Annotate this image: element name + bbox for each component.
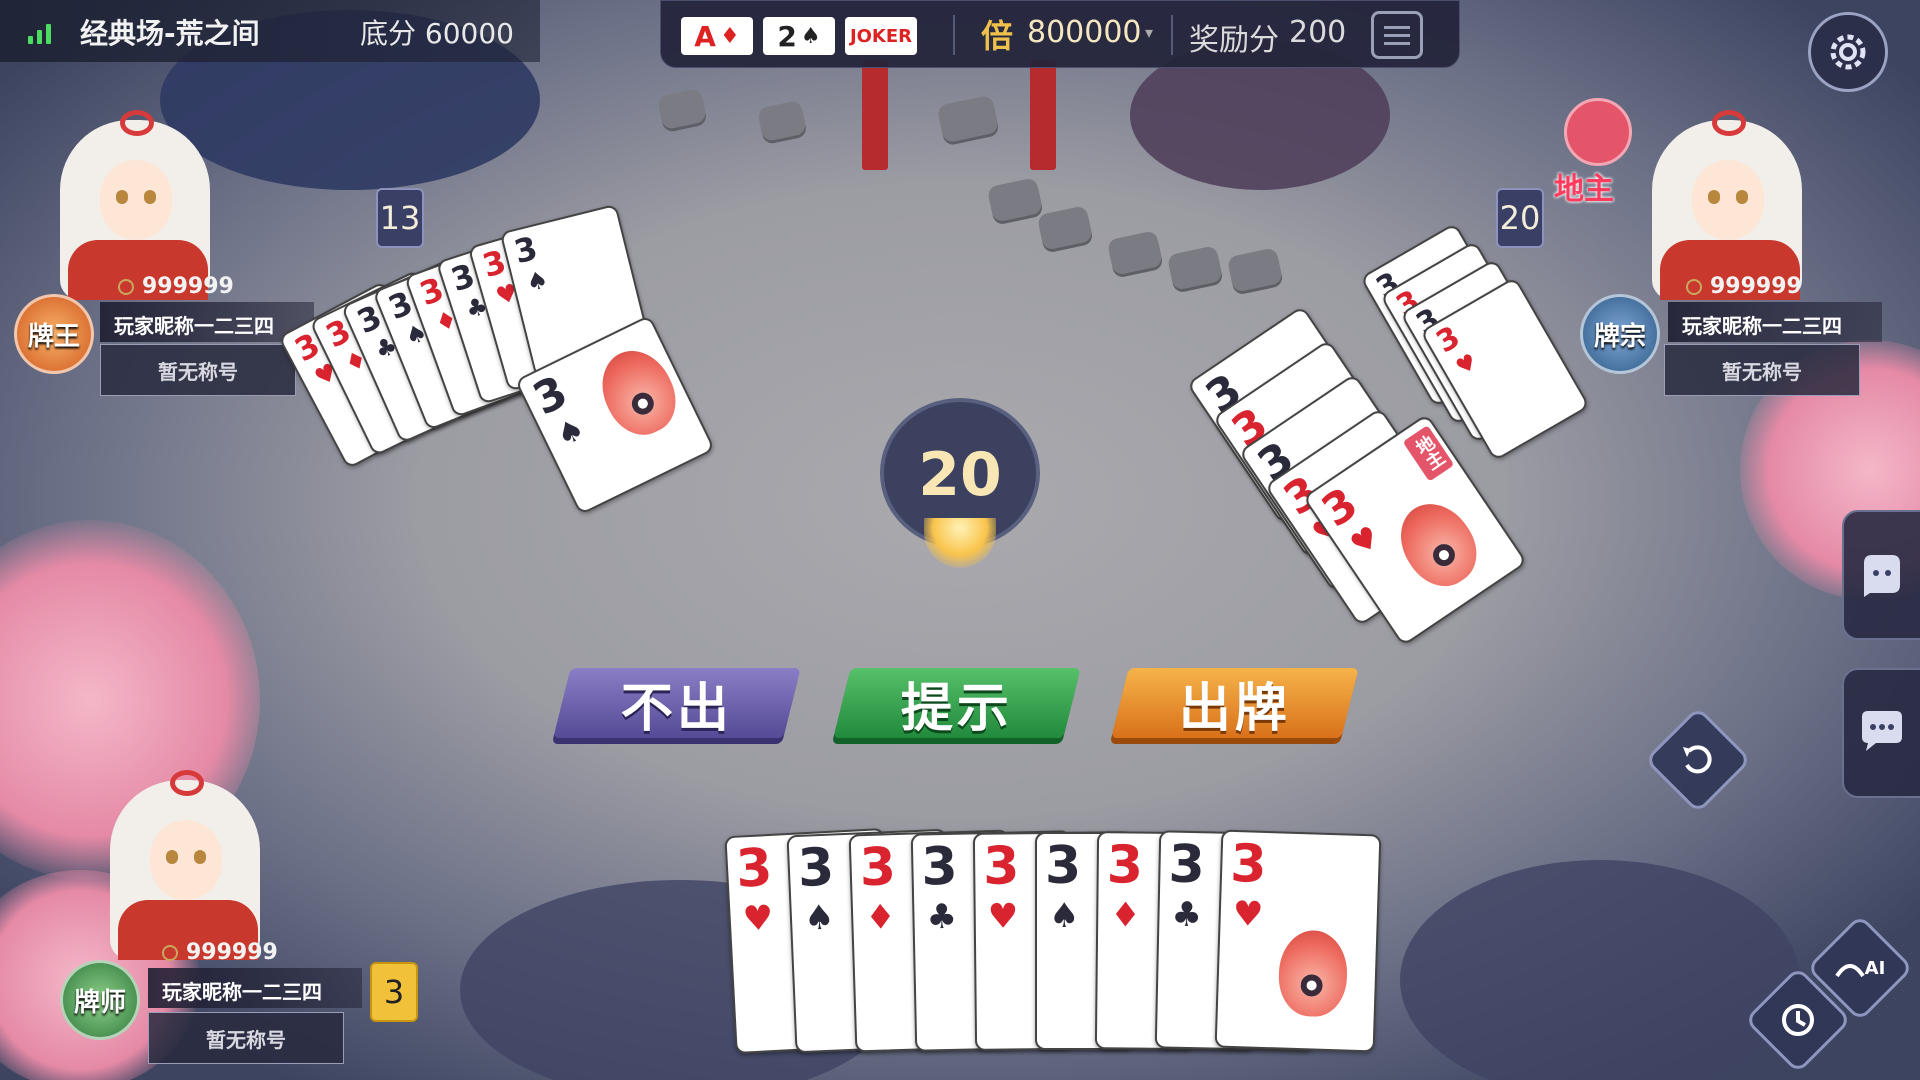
history-icon (1782, 1004, 1814, 1036)
card-rank: 3 (734, 837, 774, 900)
card-rank: 3 (796, 837, 836, 899)
card-rank: 3 (1167, 834, 1206, 896)
card-suit: ♠ (1049, 896, 1080, 936)
card-suit: ♣ (926, 896, 958, 938)
emoji-icon (1864, 555, 1900, 597)
card-suit: ♦ (1110, 895, 1141, 936)
card-suit: ♠ (803, 897, 836, 939)
chat-icon (1862, 711, 1902, 751)
card-spirit-icon (1277, 929, 1349, 1018)
card-suit: ♥ (987, 896, 1019, 937)
card-rank: 3 (982, 836, 1020, 897)
card-rank: 3 (858, 837, 897, 899)
ai-label: AI (1864, 957, 1886, 979)
card-suit: ♥ (1232, 893, 1264, 935)
card-suit: ♦ (864, 897, 897, 939)
card-rank: 3 (920, 836, 959, 898)
game-table: 经典场-荒之间 底分 60000 A ♦ 2 ♠ JOKER 倍 800000 … (0, 0, 1920, 1080)
ai-icon (1834, 964, 1865, 978)
card-suit: ♣ (1171, 894, 1203, 936)
undo-icon (1683, 745, 1712, 774)
card-rank: 3 (1229, 833, 1268, 895)
hand-card[interactable]: 3 ♥ (1214, 829, 1382, 1053)
emoji-tab[interactable] (1842, 510, 1920, 640)
chat-tab[interactable] (1842, 668, 1920, 798)
player-hand: 3 ♥ 3 ♠ 3 ♦ 3 ♣ 3 ♥ 3 ♠ 3 ♦ 3 ♣ 3 ♥ (0, 0, 1920, 1080)
card-rank: 3 (1045, 836, 1082, 896)
card-rank: 3 (1106, 835, 1144, 896)
card-suit: ♥ (741, 897, 775, 940)
